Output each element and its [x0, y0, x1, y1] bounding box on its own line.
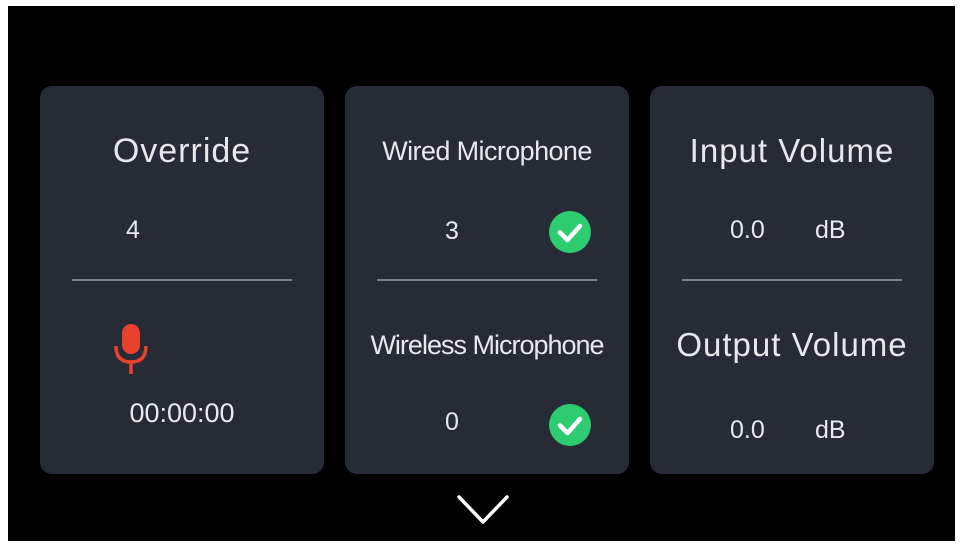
wired-microphone-count: 3	[445, 217, 459, 245]
check-icon	[549, 404, 591, 446]
override-count: 4	[126, 216, 140, 244]
divider	[72, 279, 292, 281]
divider	[377, 279, 597, 281]
divider	[682, 279, 902, 281]
override-title: Override	[112, 132, 252, 170]
output-volume-value: 0.0	[730, 416, 765, 444]
chevron-down-icon[interactable]	[456, 494, 510, 526]
wireless-microphone-count: 0	[445, 408, 459, 436]
input-volume-value: 0.0	[730, 216, 765, 244]
check-icon	[549, 211, 591, 253]
wired-microphone-title: Wired Microphone	[382, 136, 592, 166]
microphone-icon	[114, 324, 148, 374]
override-card[interactable]: Override 4 00:00:00	[40, 86, 324, 474]
screen: Override 4 00:00:00 Wired Microphone 3 W…	[8, 6, 955, 541]
volume-card[interactable]: Input Volume 0.0 dB Output Volume 0.0 dB	[650, 86, 934, 474]
input-volume-unit: dB	[815, 216, 846, 244]
output-volume-title: Output Volume	[676, 326, 908, 363]
wireless-microphone-title: Wireless Microphone	[370, 330, 604, 360]
microphones-card[interactable]: Wired Microphone 3 Wireless Microphone 0	[345, 86, 629, 474]
output-volume-unit: dB	[815, 416, 846, 444]
input-volume-title: Input Volume	[689, 132, 895, 169]
timer: 00:00:00	[129, 398, 235, 428]
